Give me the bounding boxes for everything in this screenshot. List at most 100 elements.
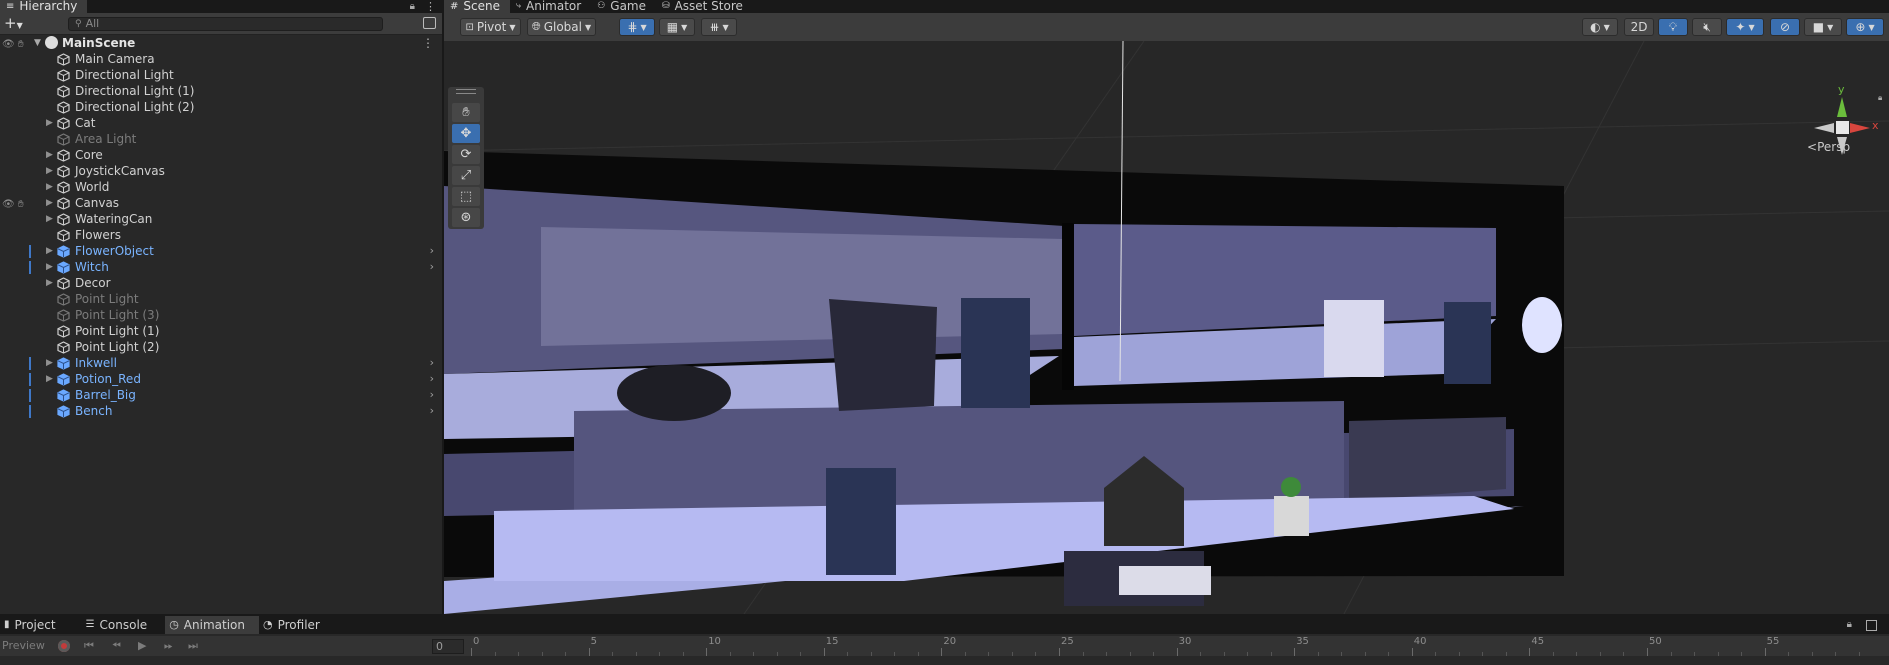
hierarchy-row[interactable]: 👁︎ ✋︎ ▶ Canvas <box>0 195 442 211</box>
hierarchy-row[interactable]: ▶ Core <box>0 147 442 163</box>
gizmos-dropdown[interactable]: ⊕ ▼ <box>1846 18 1884 36</box>
lighting-toggle[interactable]: 💡︎ <box>1658 18 1688 36</box>
tab-animator[interactable]: ⤷ Animator <box>510 0 591 13</box>
chevron-right-icon[interactable]: › <box>430 403 434 419</box>
orientation-gizmo[interactable]: y x 🔒︎ <box>1804 83 1884 167</box>
hierarchy-row[interactable]: Point Light (1) <box>0 323 442 339</box>
hierarchy-row[interactable]: Directional Light (2) <box>0 99 442 115</box>
tab-scene[interactable]: # Scene <box>444 0 510 13</box>
play-button[interactable]: ▶ <box>138 639 146 652</box>
transform-tool-button[interactable]: ⊛ <box>452 208 480 227</box>
hierarchy-row[interactable]: Directional Light <box>0 67 442 83</box>
tab-profiler[interactable]: ◔ Profiler <box>259 616 334 634</box>
add-button[interactable]: +▼ <box>4 14 23 32</box>
expand-arrow-icon[interactable]: ▶ <box>46 163 53 179</box>
hierarchy-row[interactable]: ▶ JoystickCanvas <box>0 163 442 179</box>
kebab-menu-icon[interactable]: ⋮ <box>425 0 436 13</box>
tab-hierarchy[interactable]: ≡ Hierarchy <box>0 0 88 13</box>
timeline-minor-tick <box>1788 652 1790 656</box>
global-dropdown[interactable]: 🌐︎ Global ▼ <box>527 18 596 36</box>
chevron-right-icon[interactable]: › <box>430 259 434 275</box>
2d-toggle[interactable]: 2D <box>1624 18 1654 36</box>
expand-arrow-icon[interactable]: ▶ <box>46 371 53 387</box>
rect-tool-button[interactable]: ⬚ <box>452 187 480 206</box>
audio-toggle[interactable]: 🔇︎ <box>1692 18 1722 36</box>
next-frame-button[interactable]: ⏩︎ <box>164 639 173 653</box>
increment-snap-button[interactable]: ⧻ ▼ <box>701 18 737 36</box>
expand-arrow-icon[interactable]: ▶ <box>46 195 53 211</box>
game-tab-label: Game <box>610 0 647 13</box>
hierarchy-row[interactable]: ▶ Inkwell › <box>0 355 442 371</box>
move-tool-button[interactable]: ✥ <box>452 124 480 143</box>
hierarchy-row[interactable]: Main Camera <box>0 51 442 67</box>
hidden-objects-toggle[interactable]: ⊘ <box>1770 18 1800 36</box>
tab-asset-store[interactable]: ⛁ Asset Store <box>656 0 753 13</box>
timeline-minor-tick <box>565 652 567 656</box>
chevron-right-icon[interactable]: › <box>430 243 434 259</box>
visibility-toggle-icon[interactable]: 👁︎ ✋︎ <box>2 37 30 50</box>
bottom-tabbar: ▮ Project ☰ Console ◷ Animation ◔ Profiler 🔒… <box>0 616 1889 634</box>
timeline-ruler[interactable]: 0 5 10 15 20 25 30 35 40 45 50 55 <box>470 636 1889 656</box>
expand-arrow-icon[interactable]: ▶ <box>46 355 53 371</box>
scale-tool-button[interactable]: ⤢ <box>452 166 480 185</box>
chevron-down-icon: ▼ <box>16 21 23 30</box>
hierarchy-row[interactable]: Directional Light (1) <box>0 83 442 99</box>
search-field[interactable]: ⚲ All <box>68 16 383 31</box>
hierarchy-row[interactable]: ▶ World <box>0 179 442 195</box>
hand-tool-button[interactable]: ✋︎ <box>452 103 480 122</box>
hierarchy-row[interactable]: ▶ Cat <box>0 115 442 131</box>
hierarchy-row[interactable]: Barrel_Big › <box>0 387 442 403</box>
camera-dropdown[interactable]: ■ ▼ <box>1804 18 1842 36</box>
hierarchy-row[interactable]: Point Light (3) <box>0 307 442 323</box>
hierarchy-row[interactable]: Point Light <box>0 291 442 307</box>
hierarchy-row[interactable]: ▶ FlowerObject › <box>0 243 442 259</box>
chevron-right-icon[interactable]: › <box>430 355 434 371</box>
projection-toggle[interactable]: <Persp <box>1807 140 1850 154</box>
lock-icon[interactable]: 🔒︎ <box>1847 616 1852 634</box>
expand-arrow-icon[interactable]: ▶ <box>46 259 53 275</box>
record-button[interactable] <box>58 640 70 652</box>
tab-project[interactable]: ▮ Project <box>0 616 70 634</box>
hierarchy-row[interactable]: ▶ Witch › <box>0 259 442 275</box>
maximize-icon[interactable] <box>1866 620 1877 631</box>
expand-arrow-icon[interactable]: ▶ <box>46 179 53 195</box>
hierarchy-row[interactable]: Area Light <box>0 131 442 147</box>
tab-console[interactable]: ☰ Console <box>82 616 162 634</box>
lock-icon[interactable]: 🔒︎ <box>410 0 415 13</box>
visibility-toggle-icon[interactable]: 👁︎ ✋︎ <box>2 197 30 210</box>
hierarchy-row[interactable]: Point Light (2) <box>0 339 442 355</box>
effects-dropdown[interactable]: ✦ ▼ <box>1726 18 1764 36</box>
scene-viewport[interactable]: ✋︎ ✥ ⟳ ⤢ ⬚ ⊛ y x 🔒︎ <Persp <box>444 41 1889 614</box>
hierarchy-row[interactable]: Flowers <box>0 227 442 243</box>
hierarchy-row[interactable]: ▶ Potion_Red › <box>0 371 442 387</box>
tab-animation[interactable]: ◷ Animation <box>165 616 259 634</box>
lock-icon[interactable]: 🔒︎ <box>1878 93 1882 103</box>
timeline-minor-tick <box>847 652 849 656</box>
expand-arrow-icon[interactable]: ▶ <box>46 115 53 131</box>
scene-root-row[interactable]: 👁︎ ✋︎ ▼ MainScene ⋮ <box>0 35 442 51</box>
frame-field[interactable]: 0 <box>432 639 464 654</box>
last-frame-button[interactable]: ⏭ <box>188 639 198 653</box>
expand-arrow-icon[interactable]: ▶ <box>46 147 53 163</box>
chevron-right-icon[interactable]: › <box>430 371 434 387</box>
preview-toggle[interactable]: Preview <box>2 639 45 652</box>
hierarchy-row[interactable]: ▶ WateringCan <box>0 211 442 227</box>
draw-mode-dropdown[interactable]: ◐ ▼ <box>1582 18 1618 36</box>
hierarchy-row[interactable]: Bench › <box>0 403 442 419</box>
grid-snap-button[interactable]: ⋕ ▼ <box>619 18 655 36</box>
expand-arrow-icon[interactable]: ▶ <box>46 211 53 227</box>
tool-handle[interactable] <box>456 89 476 94</box>
chevron-right-icon[interactable]: › <box>430 387 434 403</box>
pivot-dropdown[interactable]: ⊡ Pivot ▼ <box>460 18 521 36</box>
prev-frame-button[interactable]: ⏪︎ <box>112 639 121 653</box>
expand-arrow-icon[interactable]: ▶ <box>46 243 53 259</box>
rotate-tool-button[interactable]: ⟳ <box>452 145 480 164</box>
scene-kebab-icon[interactable]: ⋮ <box>422 35 434 51</box>
hierarchy-row[interactable]: ▶ Decor <box>0 275 442 291</box>
expand-arrow-icon[interactable]: ▶ <box>46 275 53 291</box>
scene-view-icon[interactable] <box>423 17 436 29</box>
first-frame-button[interactable]: ⏮ <box>84 639 94 653</box>
expand-arrow-icon[interactable]: ▼ <box>34 35 41 51</box>
tab-game[interactable]: ⚇ Game <box>591 0 656 13</box>
grid-visibility-button[interactable]: ▦ ▼ <box>659 18 695 36</box>
